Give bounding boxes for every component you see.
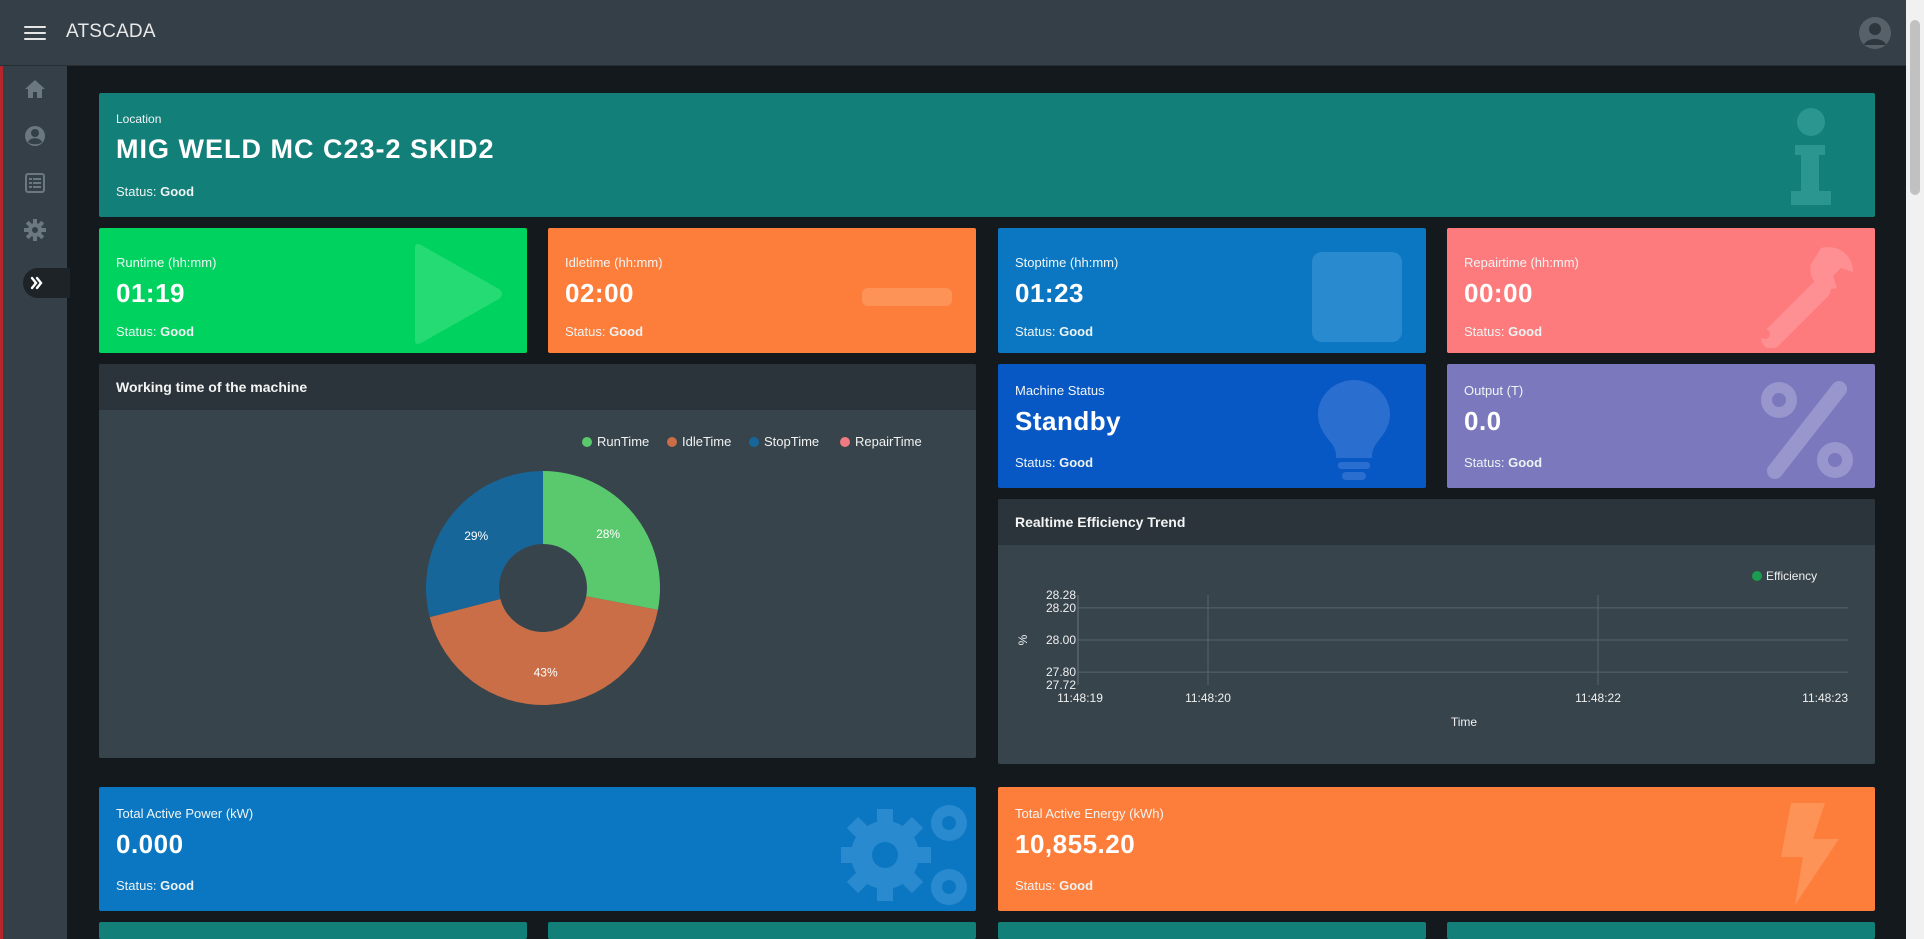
stoptime-label: Stoptime (hh:mm)	[1015, 255, 1119, 270]
idletime-status: Status: Good	[565, 324, 644, 339]
bottom-card-2	[548, 922, 976, 939]
gear-icon[interactable]	[22, 217, 48, 243]
legend-dot	[1752, 571, 1762, 581]
power-label: Total Active Power (kW)	[116, 806, 254, 821]
power-value: 0.000	[116, 829, 184, 859]
repairtime-label: Repairtime (hh:mm)	[1464, 255, 1579, 270]
stoptime-status: Status: Good	[1015, 324, 1094, 339]
energy-status: Status: Good	[1015, 878, 1094, 893]
bottom-card-4	[1447, 922, 1875, 939]
stop-icon	[1312, 252, 1402, 342]
energy-label: Total Active Energy (kWh)	[1015, 806, 1164, 821]
page-scrollbar[interactable]	[1906, 0, 1924, 939]
play-icon	[415, 244, 502, 344]
percent-icon	[1761, 381, 1853, 479]
power-card: Total Active Power (kW) 0.000 Status: Go…	[99, 787, 976, 911]
efficiency-panel: Realtime Efficiency Trend 28.28 28.20 28.0…	[998, 499, 1875, 764]
user-icon[interactable]	[22, 123, 48, 149]
output-label: Output (T)	[1464, 383, 1524, 398]
location-value: MIG WELD MC C23-2 SKID2	[116, 134, 495, 164]
home-icon[interactable]	[22, 76, 48, 102]
energy-card: Total Active Energy (kWh) 10,855.20 Stat…	[998, 787, 1875, 911]
runtime-value: 01:19	[116, 278, 185, 308]
runtime-card: Runtime (hh:mm) 01:19 Status: Good	[99, 228, 527, 353]
y-axis-label: %	[1016, 634, 1030, 645]
x-tick-label: 11:48:20	[1185, 691, 1231, 705]
efficiency-legend[interactable]: Efficiency	[1752, 569, 1817, 583]
machine-status-status: Status: Good	[1015, 455, 1094, 470]
pie-slice-label: 28%	[596, 527, 620, 541]
list-icon[interactable]	[22, 170, 48, 196]
pie-slice-label: 29%	[464, 529, 488, 543]
pie-slice-stoptime[interactable]	[426, 471, 543, 618]
runtime-label: Runtime (hh:mm)	[116, 255, 217, 270]
working-time-title: Working time of the machine	[99, 364, 976, 410]
machine-status-value: Standby	[1015, 406, 1122, 436]
efficiency-line-chart: 28.2828.2028.0027.8027.7211:48:19 11:48:2…	[1016, 569, 1848, 729]
idletime-value: 02:00	[565, 278, 634, 308]
lightbulb-icon	[1318, 380, 1390, 480]
power-status: Status: Good	[116, 878, 195, 893]
repairtime-card: Repairtime (hh:mm) 00:00 Status: Good	[1447, 228, 1875, 353]
working-time-panel: Working time of the machine RunTime IdleT…	[99, 364, 976, 758]
scrollbar-thumb[interactable]	[1910, 20, 1920, 195]
gears-icon	[841, 805, 967, 905]
repairtime-value: 00:00	[1464, 278, 1533, 308]
runtime-status: Status: Good	[116, 324, 195, 339]
output-card: Output (T) 0.0 Status: Good	[1447, 364, 1875, 488]
pie-slice-idletime[interactable]	[429, 596, 658, 705]
user-avatar-icon[interactable]	[1859, 17, 1891, 49]
stoptime-card: Stoptime (hh:mm) 01:23 Status: Good	[998, 228, 1426, 353]
app-title: ATSCADA	[66, 21, 156, 42]
y-tick-label: 28.00	[1046, 633, 1076, 647]
sidebar-expand-button[interactable]	[23, 268, 70, 298]
legend-label: Efficiency	[1766, 569, 1817, 583]
info-icon	[1791, 108, 1831, 205]
machine-status-card: Machine Status Standby Status: Good	[998, 364, 1426, 488]
stoptime-value: 01:23	[1015, 278, 1084, 308]
repairtime-status: Status: Good	[1464, 324, 1543, 339]
x-tick-label: 11:48:19	[1057, 691, 1103, 705]
y-tick-label: 27.72	[1046, 678, 1076, 692]
working-time-pie-chart: 28% 43% 29%	[426, 471, 661, 705]
lightning-bolt-icon	[1781, 803, 1839, 905]
minus-icon	[862, 288, 952, 306]
location-status: Status: Good	[116, 184, 195, 199]
idletime-label: Idletime (hh:mm)	[565, 255, 663, 270]
double-chevron-right-icon	[30, 276, 43, 290]
energy-value: 10,855.20	[1015, 829, 1136, 859]
bottom-card-1	[99, 922, 527, 939]
x-tick-label: 11:48:22	[1575, 691, 1621, 705]
location-label: Location	[116, 112, 162, 126]
top-bar: ATSCADA	[0, 0, 1924, 66]
efficiency-title: Realtime Efficiency Trend	[998, 499, 1875, 545]
idletime-card: Idletime (hh:mm) 02:00 Status: Good	[548, 228, 976, 353]
wrench-icon	[1760, 247, 1853, 348]
pie-slice-label: 43%	[534, 665, 558, 679]
y-tick-label: 28.20	[1046, 601, 1076, 615]
output-status: Status: Good	[1464, 455, 1543, 470]
bottom-card-3	[998, 922, 1426, 939]
x-axis-label: Time	[1451, 715, 1478, 729]
x-tick-label: 11:48:23	[1802, 691, 1848, 705]
sidebar	[0, 66, 70, 939]
machine-status-label: Machine Status	[1015, 383, 1105, 398]
location-card: Location MIG WELD MC C23-2 SKID2 Status:…	[99, 93, 1875, 217]
hamburger-menu-icon[interactable]	[22, 22, 48, 44]
output-value: 0.0	[1464, 406, 1502, 436]
